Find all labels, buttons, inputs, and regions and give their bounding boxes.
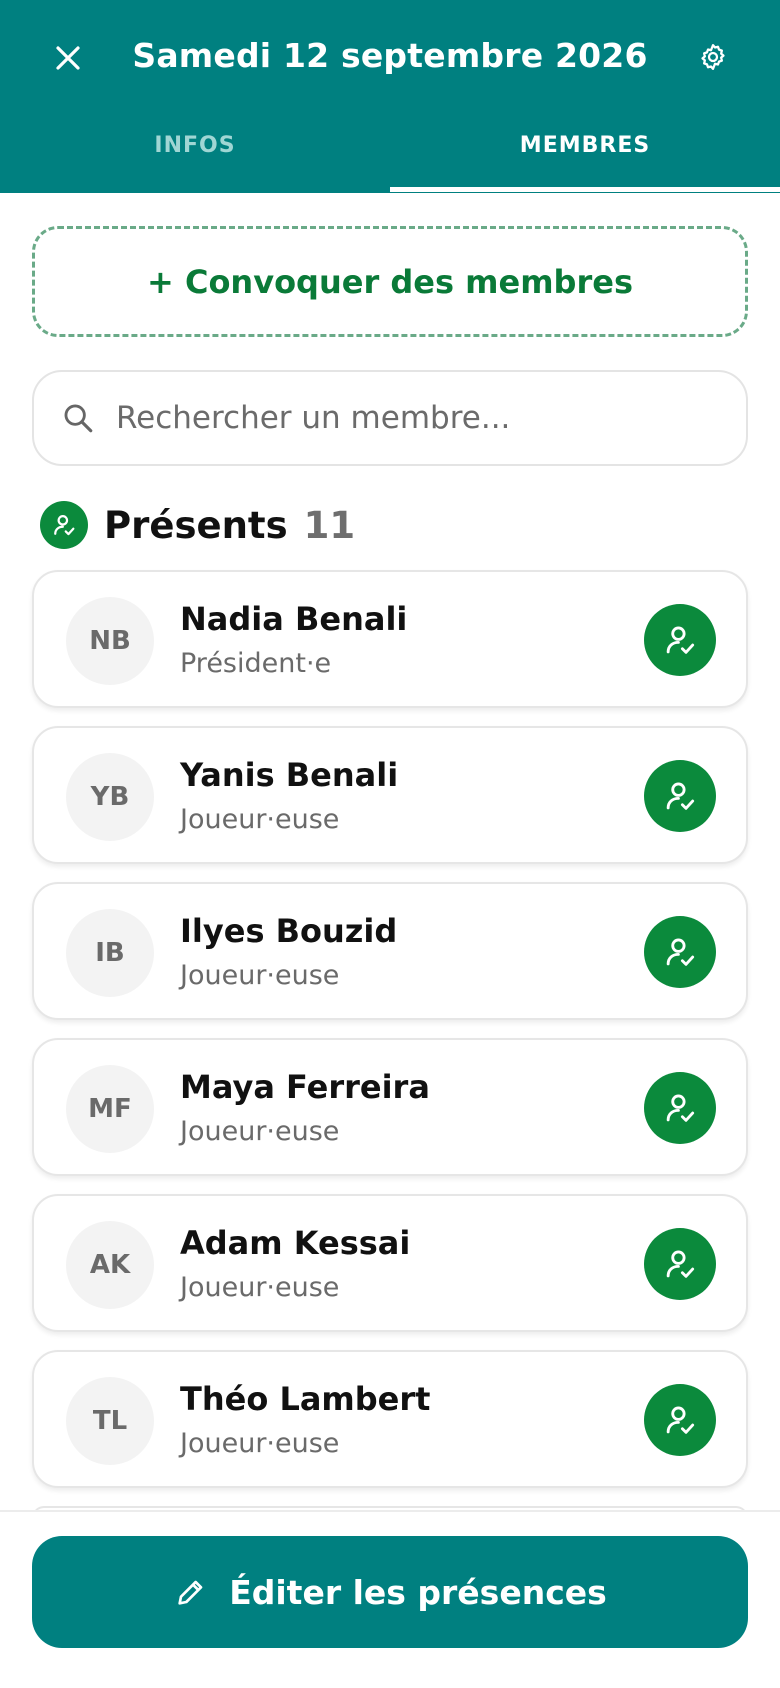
member-name: Ilyes Bouzid <box>180 912 398 950</box>
member-card[interactable]: MF Maya Ferreira Joueur·euse <box>32 1038 748 1176</box>
member-role: Joueur·euse <box>180 1116 340 1147</box>
avatar: IB <box>66 909 154 997</box>
user-check-icon <box>666 1250 695 1278</box>
search-input[interactable] <box>116 400 676 436</box>
member-card[interactable]: NB Nadia Benali Président·e <box>32 570 748 708</box>
member-role: Président·e <box>180 648 332 679</box>
settings-button[interactable] <box>690 34 736 80</box>
avatar: AK <box>66 1221 154 1309</box>
pencil-icon <box>173 1574 209 1610</box>
presence-status-button[interactable] <box>644 1228 716 1300</box>
avatar: NB <box>66 597 154 685</box>
page-title: Samedi 12 septembre 2026 <box>132 36 648 75</box>
user-check-icon <box>666 1406 695 1434</box>
member-card[interactable]: AK Adam Kessai Joueur·euse <box>32 1194 748 1332</box>
tab-infos[interactable]: INFOS <box>0 118 390 193</box>
avatar: YB <box>66 753 154 841</box>
active-tab-indicator <box>390 187 780 192</box>
user-check-icon <box>40 501 88 549</box>
footer-bar: Éditer les présences <box>0 1510 780 1688</box>
present-count: 11 <box>303 503 356 547</box>
member-role: Joueur·euse <box>180 1428 340 1459</box>
member-name: Théo Lambert <box>180 1380 431 1418</box>
user-check-icon <box>666 1094 695 1122</box>
user-check-icon <box>666 938 695 966</box>
member-card[interactable]: IB Ilyes Bouzid Joueur·euse <box>32 882 748 1020</box>
member-search-bar <box>32 370 748 466</box>
present-members-list: NB Nadia Benali Président·e YB Yanis Ben… <box>32 570 748 1506</box>
member-role: Joueur·euse <box>180 960 340 991</box>
presence-status-button[interactable] <box>644 760 716 832</box>
member-name: Yanis Benali <box>180 756 399 794</box>
app-header: Samedi 12 septembre 2026 INFOS MEMBRES <box>0 0 780 193</box>
avatar: TL <box>66 1377 154 1465</box>
member-name: Nadia Benali <box>180 600 408 638</box>
section-title: Présents <box>104 503 288 547</box>
member-role: Joueur·euse <box>180 1272 340 1303</box>
user-check-icon <box>666 782 695 810</box>
gear-icon <box>701 44 725 70</box>
member-card[interactable]: TL Théo Lambert Joueur·euse <box>32 1350 748 1488</box>
edit-attendance-button[interactable]: Éditer les présences <box>32 1536 748 1648</box>
presence-status-button[interactable] <box>644 604 716 676</box>
search-icon <box>58 398 98 438</box>
presence-status-button[interactable] <box>644 1384 716 1456</box>
presence-status-button[interactable] <box>644 1072 716 1144</box>
avatar: MF <box>66 1065 154 1153</box>
presence-status-button[interactable] <box>644 916 716 988</box>
edit-attendance-label: Éditer les présences <box>229 1572 607 1612</box>
convoke-members-button[interactable]: + Convoquer des membres <box>32 226 748 337</box>
member-card[interactable]: YB Yanis Benali Joueur·euse <box>32 726 748 864</box>
tab-membres[interactable]: MEMBRES <box>390 118 780 193</box>
member-name: Maya Ferreira <box>180 1068 430 1106</box>
member-name: Adam Kessai <box>180 1224 411 1262</box>
present-section-header: Présents 11 <box>40 500 355 550</box>
member-role: Joueur·euse <box>180 804 340 835</box>
user-check-icon <box>666 626 695 654</box>
